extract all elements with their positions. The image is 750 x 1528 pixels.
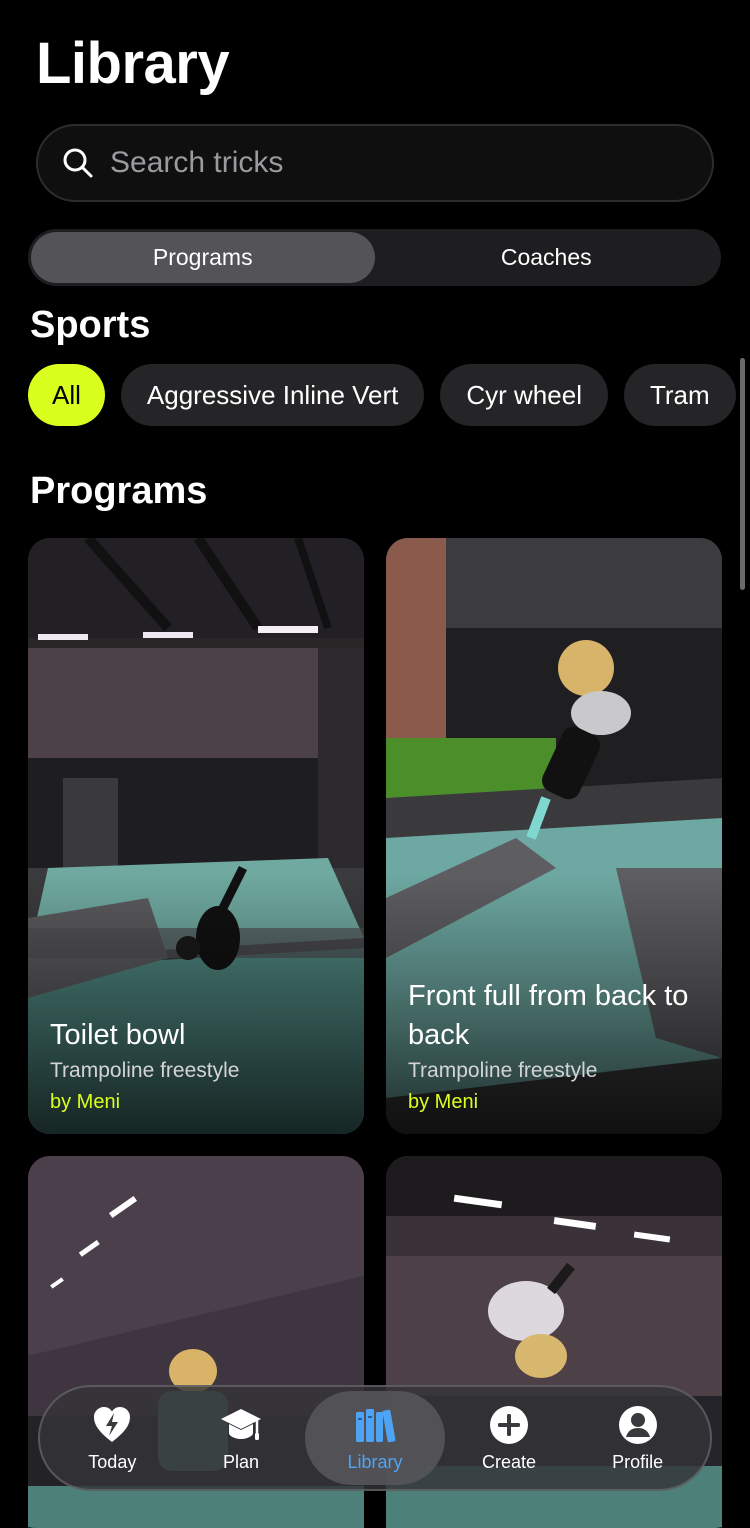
card-title: Toilet bowl xyxy=(50,1019,186,1051)
person-circle-icon xyxy=(618,1405,657,1444)
tab-bar: Today Plan Library Create Profile xyxy=(38,1385,712,1491)
search-input[interactable] xyxy=(110,146,670,180)
tab-label: Profile xyxy=(612,1451,664,1472)
segment-programs[interactable]: Programs xyxy=(31,232,375,283)
tab-label: Plan xyxy=(222,1451,259,1472)
card-meta: Toilet bowl Trampoline freestyle by Meni xyxy=(50,1016,346,1114)
scrollbar[interactable] xyxy=(740,358,745,590)
tab-label: Today xyxy=(88,1451,137,1472)
chip-aggressive-inline-vert[interactable]: Aggressive Inline Vert xyxy=(120,364,425,426)
tab-profile[interactable]: Profile xyxy=(573,1391,702,1485)
graduation-cap-icon xyxy=(220,1408,261,1440)
programs-heading: Programs xyxy=(30,470,208,512)
card-meta: Front full from back to back Trampoline … xyxy=(408,977,704,1114)
card-author[interactable]: by Meni xyxy=(408,1091,704,1114)
tab-label: Library xyxy=(347,1451,403,1472)
chip-cyr-wheel[interactable]: Cyr wheel xyxy=(440,364,608,426)
tab-plan[interactable]: Plan xyxy=(177,1391,306,1485)
card-sport: Trampoline freestyle xyxy=(408,1059,598,1082)
tab-create[interactable]: Create xyxy=(445,1391,574,1485)
search-icon xyxy=(63,148,93,178)
chip-all[interactable]: All xyxy=(28,364,105,426)
chip-trampoline[interactable]: Tram xyxy=(623,364,736,426)
card-author[interactable]: by Meni xyxy=(50,1091,346,1114)
library-screen: Library Programs Coaches Sports All Aggr… xyxy=(0,0,750,1528)
sport-chips: All Aggressive Inline Vert Cyr wheel Tra… xyxy=(28,364,736,426)
tab-label: Create xyxy=(482,1451,537,1472)
page-title: Library xyxy=(36,31,230,96)
books-icon xyxy=(356,1408,396,1442)
plus-circle-icon xyxy=(490,1405,529,1444)
sports-heading: Sports xyxy=(30,304,151,346)
card-title: Front full from back to back xyxy=(408,980,689,1051)
program-card-toilet-bowl[interactable]: Toilet bowl Trampoline freestyle by Meni xyxy=(28,538,364,1134)
program-card-front-full[interactable]: Front full from back to back Trampoline … xyxy=(386,538,722,1134)
segmented-control: Programs Coaches xyxy=(28,229,721,286)
tab-library[interactable]: Library xyxy=(305,1391,445,1485)
segment-coaches[interactable]: Coaches xyxy=(375,232,719,283)
search-bar[interactable] xyxy=(36,124,714,202)
card-sport: Trampoline freestyle xyxy=(50,1059,240,1082)
heart-bolt-icon xyxy=(94,1406,131,1442)
tab-today[interactable]: Today xyxy=(48,1391,177,1485)
